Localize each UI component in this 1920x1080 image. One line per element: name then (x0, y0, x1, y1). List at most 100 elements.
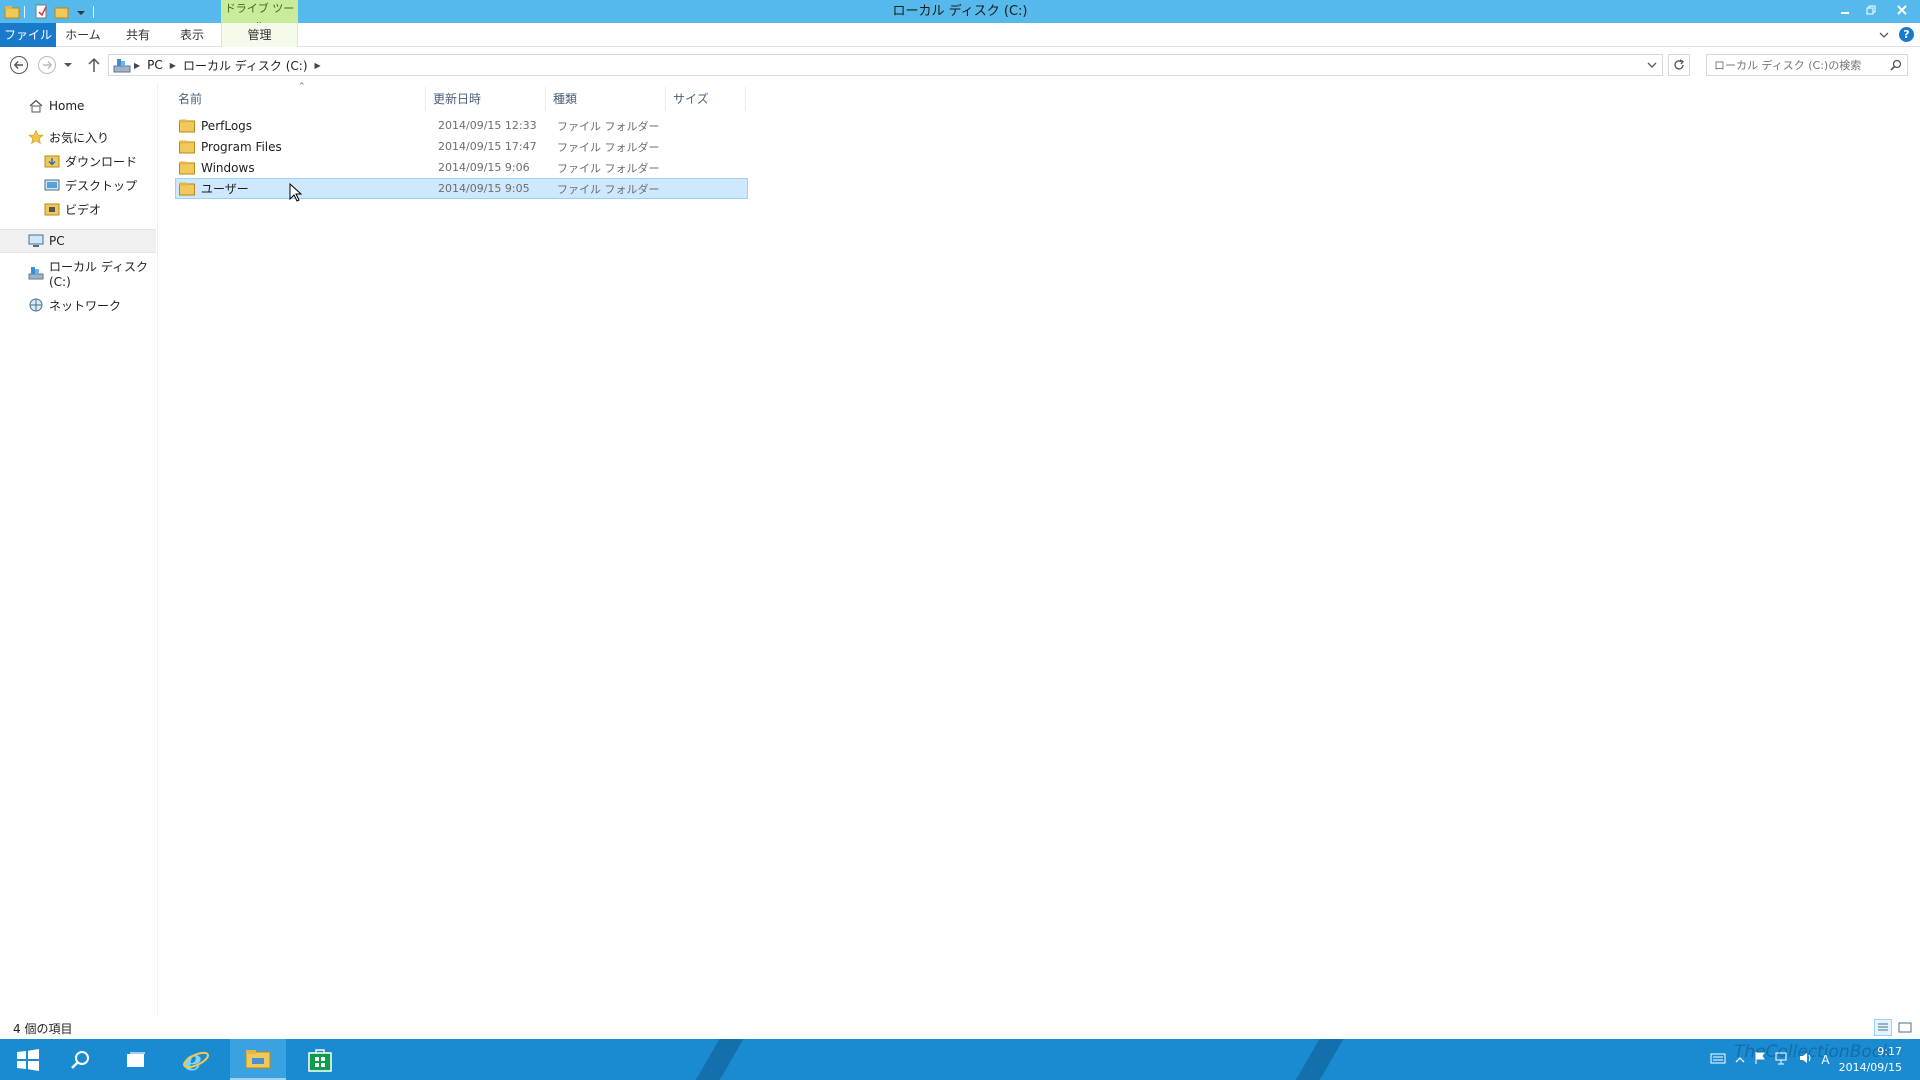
task-view-button[interactable] (108, 1039, 164, 1080)
file-name: Windows (201, 160, 255, 175)
wallpaper-stripe (684, 1039, 750, 1080)
breadcrumb-separator-icon[interactable]: ▶ (167, 61, 179, 70)
status-bar: 4 個の項目 (0, 1016, 1920, 1039)
column-header-size[interactable]: サイズ (666, 87, 746, 111)
show-hidden-icons-icon[interactable] (1735, 1053, 1745, 1067)
nav-item-favorites[interactable]: お気に入り (28, 125, 109, 149)
file-date: 2014/09/15 9:06 (438, 161, 530, 174)
breadcrumb-pc[interactable]: PC (143, 58, 167, 72)
nav-item-pc[interactable]: PC (0, 229, 156, 253)
large-icons-view-button[interactable] (1896, 1019, 1914, 1036)
taskbar-search-button[interactable] (52, 1039, 108, 1080)
recent-locations-button[interactable] (62, 55, 74, 75)
file-row[interactable]: Program Files 2014/09/15 17:47 ファイル フォルダ… (175, 136, 748, 157)
address-history-icon[interactable] (1647, 59, 1657, 73)
item-count: 4 個の項目 (13, 1022, 73, 1036)
home-icon (28, 98, 44, 114)
file-date: 2014/09/15 9:05 (438, 182, 530, 195)
column-header-type[interactable]: 種類 (546, 87, 666, 111)
back-button[interactable] (9, 55, 29, 75)
breadcrumb-local-disk[interactable]: ローカル ディスク (C:) (179, 57, 312, 74)
store-button[interactable] (292, 1039, 348, 1080)
title-bar: ドライブ ツール ローカル ディスク (C:) (0, 0, 1920, 33)
details-view-icon (1878, 1023, 1888, 1031)
clock[interactable]: 9:17 2014/09/15 (1839, 1044, 1902, 1076)
refresh-icon (1674, 59, 1685, 70)
drive-icon (28, 265, 44, 281)
action-center-flag-icon[interactable] (1754, 1051, 1766, 1068)
column-header-name[interactable]: 名前 (171, 87, 426, 111)
refresh-button[interactable] (1668, 54, 1690, 76)
file-name: PerfLogs (201, 118, 253, 133)
nav-item-label: ネットワーク (49, 298, 122, 313)
tab-file[interactable]: ファイル (0, 23, 56, 47)
nav-item-desktop[interactable]: デスクトップ (44, 173, 137, 197)
file-list: ⌃ 名前 更新日時 種類 サイズ PerfLogs 2014/09/15 12:… (159, 82, 1920, 1016)
system-tray: A 9:17 2014/09/15 (1710, 1039, 1920, 1080)
file-type: ファイル フォルダー (557, 119, 660, 133)
search-box[interactable] (1706, 54, 1908, 76)
file-row[interactable]: PerfLogs 2014/09/15 12:33 ファイル フォルダー (175, 115, 748, 136)
network-tray-icon[interactable] (1775, 1051, 1789, 1068)
nav-item-label: PC (49, 234, 65, 248)
search-icon[interactable] (1890, 59, 1902, 74)
file-date: 2014/09/15 17:47 (438, 140, 537, 153)
nav-item-downloads[interactable]: ダウンロード (44, 149, 137, 173)
help-icon[interactable]: ? (1899, 27, 1914, 42)
nav-item-label: お気に入り (49, 130, 110, 145)
navigation-pane: Home お気に入り ダウンロード デスクトップ ビデオ PC ローカル ディス… (0, 82, 158, 1016)
breadcrumb-separator-icon[interactable]: ▶ (131, 61, 143, 70)
file-explorer-button[interactable] (230, 1039, 286, 1080)
download-folder-icon (44, 153, 60, 169)
search-icon (71, 1050, 89, 1069)
taskbar: e TheCollectionBook A 9:17 2014/09/15 (0, 1039, 1920, 1080)
start-button[interactable] (0, 1039, 56, 1080)
file-row[interactable]: Windows 2014/09/15 9:06 ファイル フォルダー (175, 157, 748, 178)
network-icon (28, 297, 44, 313)
restore-button[interactable] (1858, 0, 1884, 20)
close-button[interactable] (1884, 0, 1920, 20)
file-type: ファイル フォルダー (557, 161, 660, 175)
file-name: Program Files (201, 139, 282, 154)
task-view-icon (127, 1051, 145, 1067)
video-folder-icon (44, 201, 60, 217)
breadcrumb-separator-icon[interactable]: ▶ (312, 61, 324, 70)
ime-indicator[interactable]: A (1821, 1053, 1829, 1067)
internet-explorer-button[interactable]: e (168, 1039, 224, 1080)
folder-icon (179, 182, 195, 195)
tab-home[interactable]: ホーム (61, 23, 105, 47)
up-button[interactable] (84, 55, 104, 75)
clock-date: 2014/09/15 (1838, 1060, 1902, 1074)
forward-arrow-icon (38, 56, 56, 74)
ribbon-tabs: ファイル ホーム 共有 表示 管理 ? (0, 23, 1920, 47)
volume-icon[interactable] (1798, 1051, 1812, 1068)
wallpaper-stripe (1284, 1039, 1350, 1080)
nav-item-label: ローカル ディスク (C:) (49, 259, 148, 289)
address-bar[interactable]: ▶ PC ▶ ローカル ディスク (C:) ▶ (108, 54, 1663, 76)
file-type: ファイル フォルダー (557, 140, 660, 154)
nav-item-videos[interactable]: ビデオ (44, 197, 101, 221)
store-icon (308, 1048, 332, 1072)
folder-icon (179, 140, 195, 153)
nav-item-label: デスクトップ (65, 178, 138, 193)
nav-item-label: ダウンロード (65, 154, 138, 169)
nav-item-local-disk[interactable]: ローカル ディスク (C:) (28, 260, 157, 289)
tab-view[interactable]: 表示 (170, 23, 214, 47)
file-name: ユーザー (201, 182, 249, 196)
expand-ribbon-icon[interactable] (1879, 28, 1889, 42)
window-title: ローカル ディスク (C:) (892, 4, 1028, 19)
keyboard-icon[interactable] (1710, 1052, 1726, 1067)
nav-item-home[interactable]: Home (28, 94, 84, 118)
windows-logo-icon (17, 1048, 39, 1071)
forward-button[interactable] (37, 55, 57, 75)
file-row-selected[interactable]: ユーザー 2014/09/15 9:05 ファイル フォルダー (175, 178, 748, 199)
details-view-button[interactable] (1874, 1019, 1892, 1036)
search-input[interactable] (1714, 58, 1884, 72)
clock-time: 9:17 (1877, 1044, 1902, 1058)
column-header-date[interactable]: 更新日時 (426, 87, 546, 111)
nav-item-network[interactable]: ネットワーク (28, 293, 121, 317)
file-explorer-icon (245, 1049, 271, 1068)
tab-manage[interactable]: 管理 (221, 23, 298, 47)
minimize-button[interactable] (1832, 0, 1858, 20)
tab-share[interactable]: 共有 (116, 23, 160, 47)
